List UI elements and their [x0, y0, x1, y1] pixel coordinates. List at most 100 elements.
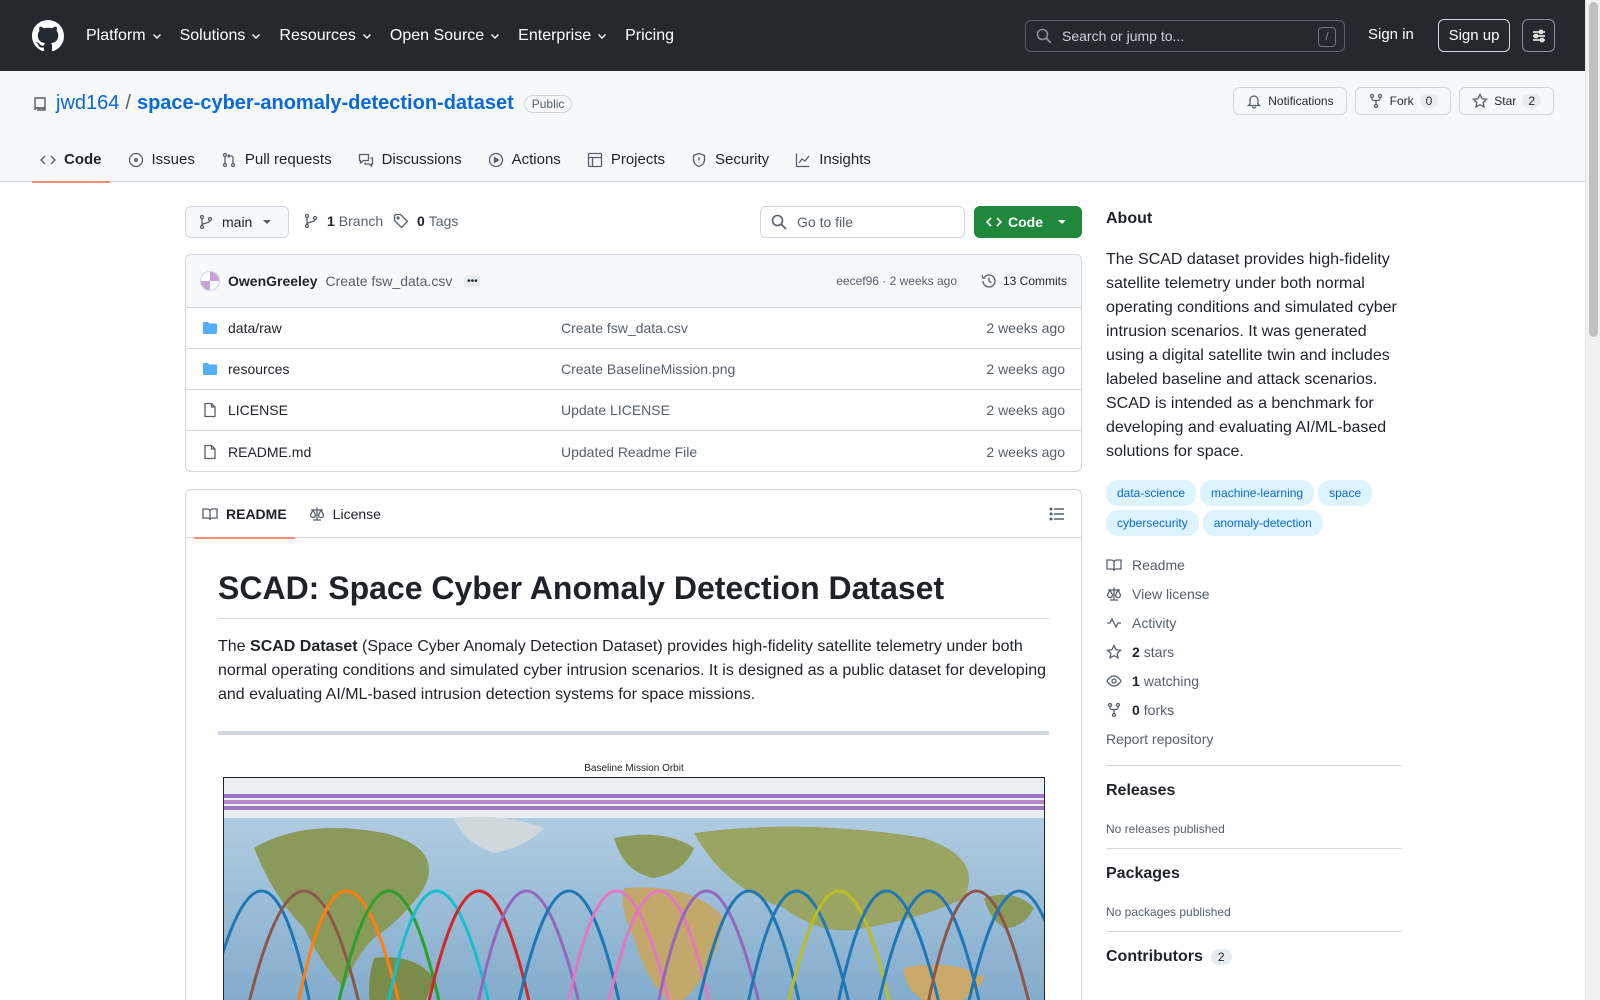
repo-tabs: Code Issues Pull requests Discussions Action… — [32, 137, 889, 183]
table-row[interactable]: resources Create BaselineMission.png 2 wee… — [186, 349, 1081, 390]
sidebar-link-view-license[interactable]: View license — [1106, 579, 1402, 608]
sign-in-link[interactable]: Sign in — [1368, 26, 1414, 43]
about-heading: About — [1106, 210, 1153, 227]
branches-link[interactable]: 1 Branch — [303, 213, 383, 229]
nav-item-label: Solutions — [179, 26, 246, 44]
tab-actions[interactable]: Actions — [480, 137, 569, 182]
orbit-map-image — [223, 777, 1045, 1000]
nav-item-pricing[interactable]: Pricing — [625, 27, 674, 45]
repo-icon — [34, 96, 46, 111]
search-shortcut-hint: / — [1318, 27, 1336, 47]
commit-expand-button[interactable]: ••• — [464, 275, 481, 287]
about-sidebar: About The SCAD dataset provides high-fid… — [1106, 210, 1402, 988]
latest-commit-bar: OwenGreeley Create fsw_data.csv ••• eece… — [186, 255, 1081, 308]
sidebar-link-label: stars — [1143, 643, 1175, 660]
nav-item-resources[interactable]: Resources — [279, 27, 371, 45]
file-rows: data/raw Create fsw_data.csv 2 weeks ago re… — [186, 308, 1081, 471]
readme-title: SCAD: Space Cyber Anomaly Detection Data… — [218, 570, 1049, 619]
nav-item-platform[interactable]: Platform — [86, 27, 162, 45]
tab-pull-requests[interactable]: Pull requests — [213, 137, 340, 182]
search-input[interactable]: Search or jump to... / — [1025, 20, 1345, 52]
file-commit-message[interactable]: Updated Readme File — [561, 444, 697, 460]
tab-issues[interactable]: Issues — [120, 137, 203, 182]
table-row[interactable]: README.md Updated Readme File 2 weeks ago — [186, 431, 1081, 471]
repo-header: jwd164 / space-cyber-anomaly-detection-d… — [0, 71, 1585, 183]
topic-tag[interactable]: machine-learning — [1200, 480, 1315, 506]
sign-up-button[interactable]: Sign up — [1438, 19, 1510, 52]
repo-owner-link[interactable]: jwd164 — [56, 92, 119, 115]
chevron-down-icon — [362, 33, 371, 39]
releases-heading[interactable]: Releases — [1106, 782, 1402, 800]
issue-icon — [128, 152, 143, 167]
commits-link[interactable]: 13 Commits — [981, 273, 1067, 289]
tab-insights[interactable]: Insights — [787, 137, 879, 182]
branch-name: main — [222, 214, 253, 230]
avatar[interactable] — [200, 271, 220, 291]
search-placeholder: Search or jump to... — [1062, 28, 1185, 44]
table-row[interactable]: LICENSE Update LICENSE 2 weeks ago — [186, 390, 1081, 431]
star-icon — [1472, 93, 1489, 109]
readme-tabs: README License — [186, 490, 1081, 539]
folder-icon — [203, 322, 217, 334]
star-button[interactable]: Star 2 — [1459, 87, 1554, 115]
tab-code[interactable]: Code — [32, 137, 110, 183]
branch-selector[interactable]: main — [185, 206, 289, 238]
repo-name-link[interactable]: space-cyber-anomaly-detection-dataset — [137, 92, 514, 115]
settings-menu-button[interactable] — [1522, 19, 1555, 52]
file-name-link[interactable]: LICENSE — [228, 402, 288, 418]
file-commit-message[interactable]: Create fsw_data.csv — [561, 320, 688, 336]
topic-tag[interactable]: space — [1318, 480, 1373, 506]
tag-label: Tags — [428, 213, 459, 229]
global-nav: Platform Solutions Resources Open Source Ent… — [86, 27, 692, 45]
branch-icon — [304, 213, 318, 229]
table-row[interactable]: data/raw Create fsw_data.csv 2 weeks ago — [186, 308, 1081, 349]
nav-item-enterprise[interactable]: Enterprise — [518, 27, 607, 45]
tab-security[interactable]: Security — [683, 137, 777, 182]
commit-author[interactable]: OwenGreeley — [228, 273, 318, 289]
file-name-link[interactable]: README.md — [228, 444, 311, 460]
page-scrollbar[interactable] — [1585, 0, 1600, 1000]
topic-tag[interactable]: data-science — [1106, 480, 1197, 506]
go-to-file-input[interactable]: Go to file — [760, 206, 965, 238]
file-name-link[interactable]: resources — [228, 361, 289, 377]
topic-tag[interactable]: cybersecurity — [1106, 510, 1199, 536]
tab-label: Security — [715, 151, 770, 168]
code-button[interactable]: Code — [974, 206, 1082, 238]
report-repository-link[interactable]: Report repository — [1106, 724, 1402, 753]
list-unordered-icon[interactable] — [1049, 506, 1065, 522]
sidebar-link-activity[interactable]: Activity — [1106, 608, 1402, 637]
tab-license-label: License — [332, 505, 381, 522]
tags-link[interactable]: 0 Tags — [393, 213, 458, 229]
scrollbar-thumb[interactable] — [1589, 2, 1598, 337]
file-name-link[interactable]: data/raw — [228, 320, 282, 336]
sidebar-link-label: watching — [1143, 672, 1200, 689]
tab-readme[interactable]: README — [194, 490, 295, 539]
fork-button[interactable]: Fork 0 — [1354, 87, 1452, 115]
commit-message[interactable]: Create fsw_data.csv — [326, 273, 453, 289]
sidebar-link-readme[interactable]: Readme — [1106, 550, 1402, 579]
sidebar-link-forks[interactable]: 0 forks — [1106, 695, 1402, 724]
intro-bold: SCAD Dataset — [250, 638, 358, 655]
sidebar-link-watching[interactable]: 1 watching — [1106, 666, 1402, 695]
file-commit-time: 2 weeks ago — [986, 361, 1065, 377]
tab-license[interactable]: License — [301, 490, 389, 538]
github-logo-icon[interactable] — [32, 19, 64, 52]
commit-hash-time[interactable]: eecef96 · 2 weeks ago — [836, 274, 957, 288]
tab-discussions[interactable]: Discussions — [350, 137, 470, 182]
repo-actions: Notifications Fork 0 Star 2 — [1233, 87, 1554, 115]
notifications-button[interactable]: Notifications — [1233, 87, 1347, 115]
packages-empty-text: No packages published — [1106, 905, 1231, 919]
tab-projects[interactable]: Projects — [579, 137, 673, 182]
branch-icon — [199, 214, 213, 230]
file-commit-message[interactable]: Update LICENSE — [561, 402, 670, 418]
nav-item-solutions[interactable]: Solutions — [180, 27, 262, 45]
sidebar-link-stars[interactable]: 2 stars — [1106, 637, 1402, 666]
topic-tag[interactable]: anomaly-detection — [1202, 510, 1323, 536]
sidebar-link-count: 1 — [1132, 672, 1140, 689]
contributors-heading[interactable]: Contributors 2 — [1106, 948, 1402, 966]
about-description: The SCAD dataset provides high-fidelity … — [1106, 251, 1397, 460]
packages-heading[interactable]: Packages — [1106, 865, 1402, 883]
file-commit-message[interactable]: Create BaselineMission.png — [561, 361, 735, 377]
nav-item-open-source[interactable]: Open Source — [390, 27, 500, 45]
contributors-heading-label: Contributors — [1106, 948, 1203, 965]
